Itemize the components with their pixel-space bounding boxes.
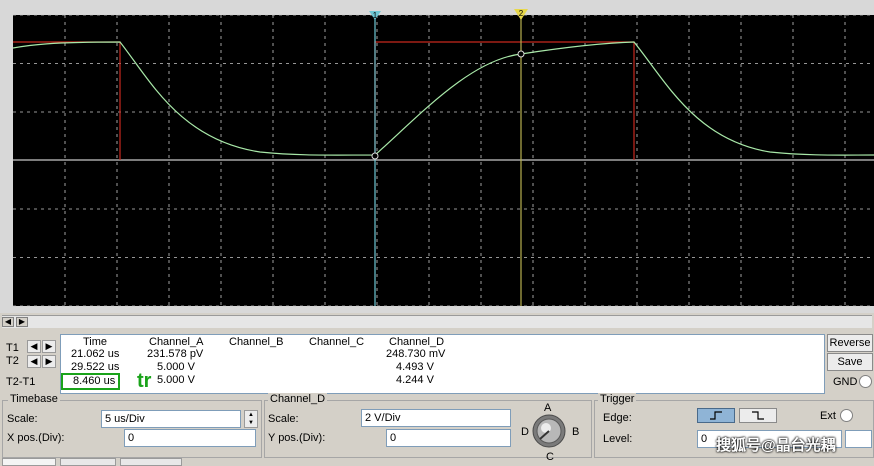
- cursor-t2-marker: 2: [519, 9, 524, 18]
- oscilloscope-screen-frame: 1 2: [0, 0, 874, 313]
- timebase-scale-label: Scale:: [7, 413, 38, 425]
- channel-d-scale-input[interactable]: 2 V/Div: [361, 409, 511, 427]
- t1-right-arrow-icon[interactable]: ▶: [42, 340, 56, 353]
- tr-annotation: tr: [137, 370, 152, 392]
- gnd-label: GND: [833, 376, 858, 388]
- selector-label-c: C: [546, 451, 554, 463]
- falling-edge-button[interactable]: [739, 408, 777, 423]
- trigger-level-label: Level:: [603, 433, 633, 445]
- trigger-ext-label: Ext: [820, 410, 836, 422]
- trigger-level-unit-field[interactable]: [845, 430, 872, 448]
- t2-time: 29.522 us: [71, 361, 120, 373]
- bottom-tab-2[interactable]: [60, 458, 116, 466]
- t2-t1-channel-a: 5.000 V: [157, 374, 195, 386]
- trigger-title: Trigger: [598, 393, 637, 405]
- reverse-button[interactable]: Reverse: [827, 334, 873, 352]
- selector-label-d: D: [521, 426, 529, 438]
- t1-time: 21.062 us: [71, 348, 120, 360]
- falling-edge-icon: [752, 411, 764, 420]
- t2-right-arrow-icon[interactable]: ▶: [42, 355, 56, 368]
- t2-t1-channel-d: 4.244 V: [396, 374, 434, 386]
- selector-label-b: B: [572, 426, 580, 438]
- bottom-tab-3[interactable]: [120, 458, 182, 466]
- rising-edge-button[interactable]: [697, 408, 735, 423]
- t2-channel-d: 4.493 V: [396, 361, 434, 373]
- trigger-ext-radio[interactable]: [840, 409, 853, 422]
- channel-d-ypos-input[interactable]: 0: [386, 429, 511, 447]
- t2-t1-label: T2-T1: [6, 376, 36, 388]
- timebase-xpos-label: X pos.(Div):: [7, 432, 65, 444]
- oscilloscope-screen[interactable]: 1 2: [0, 0, 874, 313]
- t2-left-arrow-icon[interactable]: ◀: [27, 355, 41, 368]
- save-button[interactable]: Save: [827, 353, 873, 371]
- rising-edge-icon: [710, 411, 722, 420]
- channel-selector-knob-icon[interactable]: [531, 413, 567, 449]
- scroll-left-button[interactable]: ◀: [2, 317, 14, 327]
- t2-label: T2: [6, 355, 19, 367]
- channel-d-title: Channel_D: [268, 393, 328, 405]
- t1-left-arrow-icon[interactable]: ◀: [27, 340, 41, 353]
- t1-channel-a: 231.578 pV: [147, 348, 204, 360]
- header-channel-d: Channel_D: [389, 336, 445, 348]
- cursor-t1-marker: 1: [373, 11, 378, 20]
- cursor-readout-table: Time Channel_A Channel_B Channel_C Chann…: [60, 334, 825, 394]
- header-channel-a: Channel_A: [149, 336, 204, 348]
- cursor-t1-intersection: [371, 152, 379, 160]
- channel-d-ypos-label: Y pos.(Div):: [268, 432, 326, 444]
- watermark: 搜狐号@晶台光耦: [716, 437, 836, 454]
- cursor-t2-intersection: [517, 50, 525, 58]
- horizontal-scrollbar[interactable]: ◀ ▶: [2, 315, 872, 328]
- t2-channel-a: 5.000 V: [157, 361, 195, 373]
- timebase-scale-spinner[interactable]: ▲ ▼: [244, 410, 258, 428]
- t2-t1-time: 8.460 us: [61, 373, 121, 390]
- trigger-edge-label: Edge:: [603, 412, 632, 424]
- timebase-title: Timebase: [8, 393, 60, 405]
- timebase-scale-input[interactable]: 5 us/Div: [101, 410, 241, 428]
- scroll-right-button[interactable]: ▶: [16, 317, 28, 327]
- header-channel-c: Channel_C: [309, 336, 365, 348]
- t1-label: T1: [6, 342, 19, 354]
- header-time: Time: [83, 336, 108, 348]
- channel-d-scale-label: Scale:: [268, 413, 299, 425]
- gnd-radio[interactable]: [859, 375, 872, 388]
- timebase-xpos-input[interactable]: 0: [124, 429, 256, 447]
- header-channel-b: Channel_B: [229, 336, 284, 348]
- t1-channel-d: 248.730 mV: [386, 348, 446, 360]
- bottom-tab-1[interactable]: [2, 458, 56, 466]
